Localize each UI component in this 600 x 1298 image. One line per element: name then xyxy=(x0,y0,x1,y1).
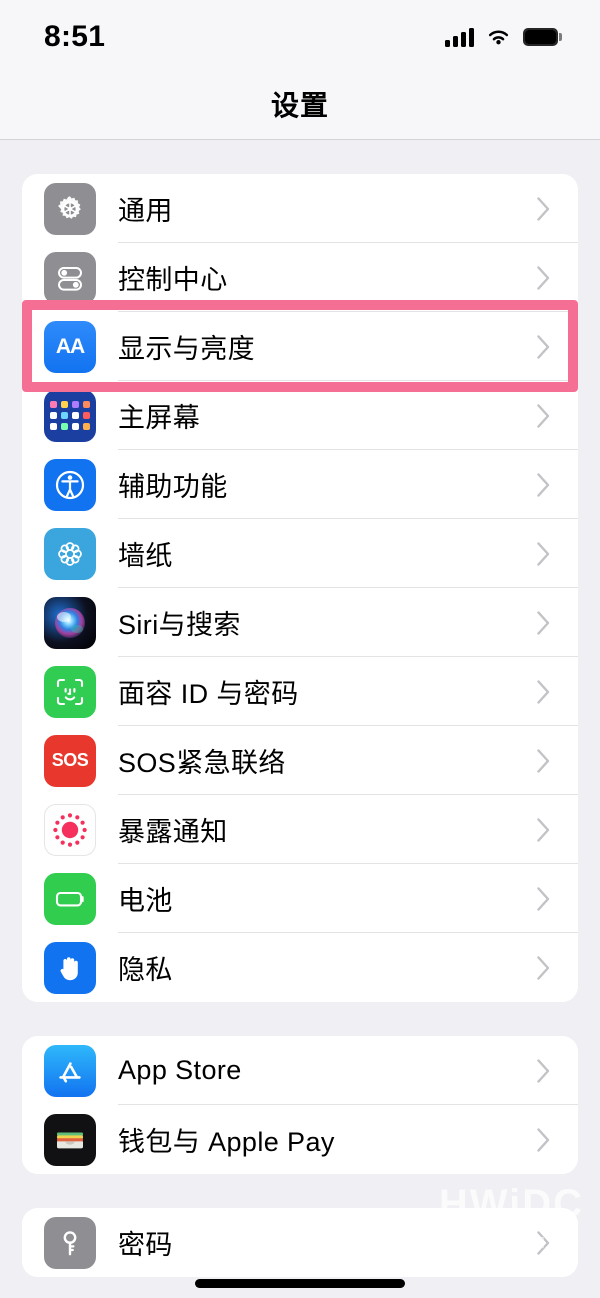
siri-icon xyxy=(44,596,96,649)
app-store-icon xyxy=(44,1044,96,1097)
gear-icon xyxy=(44,182,96,235)
sos-icon: SOS xyxy=(44,734,96,787)
status-indicators xyxy=(445,21,562,47)
accessibility-icon xyxy=(44,458,96,511)
settings-row-label: 控制中心 xyxy=(118,265,228,295)
settings-row-label: 面容 ID 与密码 xyxy=(118,679,299,709)
privacy-hand-icon xyxy=(44,941,96,994)
settings-row-label: 钱包与 Apple Pay xyxy=(118,1127,335,1157)
home-indicator[interactable] xyxy=(195,1279,405,1288)
status-time: 8:51 xyxy=(44,20,106,53)
settings-row-passwords[interactable]: 密码 xyxy=(22,1208,578,1277)
chevron-right-icon xyxy=(537,886,550,911)
settings-row-label: 电池 xyxy=(118,886,173,916)
settings-group-store: App Store 钱包与 Apple Pay xyxy=(22,1036,578,1174)
settings-row-emergency-sos[interactable]: SOS SOS紧急联络 xyxy=(22,726,578,795)
exposure-notifications-icon xyxy=(44,803,96,856)
settings-group-system: 通用 控制中心 AA 显示与亮度 主屏幕 辅助功能 墙纸 Siri与搜索 面容 … xyxy=(22,174,578,1002)
wallet-icon xyxy=(44,1113,96,1166)
settings-row-label: App Store xyxy=(118,1055,242,1085)
battery-icon xyxy=(44,872,96,925)
settings-row-label: SOS紧急联络 xyxy=(118,748,286,778)
chevron-right-icon xyxy=(537,1127,550,1152)
settings-row-label: 隐私 xyxy=(118,955,173,985)
chevron-right-icon xyxy=(537,196,550,221)
settings-group-passwords: 密码 xyxy=(22,1208,578,1277)
chevron-right-icon xyxy=(537,610,550,635)
chevron-right-icon xyxy=(537,817,550,842)
control-center-icon xyxy=(44,251,96,304)
chevron-right-icon xyxy=(537,1230,550,1255)
settings-row-exposure-notifications[interactable]: 暴露通知 xyxy=(22,795,578,864)
settings-row-label: 显示与亮度 xyxy=(118,334,255,364)
settings-row-label: 墙纸 xyxy=(118,541,173,571)
settings-row-siri-search[interactable]: Siri与搜索 xyxy=(22,588,578,657)
settings-row-control-center[interactable]: 控制中心 xyxy=(22,243,578,312)
nav-header: 设置 xyxy=(0,68,600,140)
settings-row-wallet-apple-pay[interactable]: 钱包与 Apple Pay xyxy=(22,1105,578,1174)
chevron-right-icon xyxy=(537,748,550,773)
settings-list: 通用 控制中心 AA 显示与亮度 主屏幕 辅助功能 墙纸 Siri与搜索 面容 … xyxy=(0,174,600,1277)
settings-row-label: 辅助功能 xyxy=(118,472,228,502)
home-screen-icon xyxy=(44,389,96,442)
chevron-right-icon xyxy=(537,679,550,704)
settings-row-battery[interactable]: 电池 xyxy=(22,864,578,933)
sos-glyph: SOS xyxy=(51,750,89,770)
face-id-icon xyxy=(44,665,96,718)
battery-full-icon xyxy=(523,28,562,46)
wifi-icon xyxy=(488,30,509,44)
settings-row-label: 密码 xyxy=(118,1230,173,1260)
settings-row-privacy[interactable]: 隐私 xyxy=(22,933,578,1002)
wallpaper-icon xyxy=(44,527,96,580)
display-brightness-icon: AA xyxy=(44,320,96,373)
settings-row-face-id-passcode[interactable]: 面容 ID 与密码 xyxy=(22,657,578,726)
settings-row-label: 主屏幕 xyxy=(118,403,201,433)
settings-row-general[interactable]: 通用 xyxy=(22,174,578,243)
passwords-key-icon xyxy=(44,1216,96,1269)
chevron-right-icon xyxy=(537,955,550,980)
cellular-bars-icon xyxy=(445,27,474,47)
chevron-right-icon xyxy=(537,403,550,428)
settings-row-label: 通用 xyxy=(118,196,173,226)
chevron-right-icon xyxy=(537,334,550,359)
settings-row-app-store[interactable]: App Store xyxy=(22,1036,578,1105)
aa-glyph: AA xyxy=(55,334,85,358)
chevron-right-icon xyxy=(537,472,550,497)
status-bar: 8:51 xyxy=(0,0,600,68)
settings-row-label: 暴露通知 xyxy=(118,817,228,847)
chevron-right-icon xyxy=(537,1058,550,1083)
page-title: 设置 xyxy=(270,89,329,121)
chevron-right-icon xyxy=(537,265,550,290)
settings-row-wallpaper[interactable]: 墙纸 xyxy=(22,519,578,588)
app-grid-glyph xyxy=(50,401,90,430)
chevron-right-icon xyxy=(537,541,550,566)
settings-row-accessibility[interactable]: 辅助功能 xyxy=(22,450,578,519)
settings-row-home-screen[interactable]: 主屏幕 xyxy=(22,381,578,450)
settings-row-display-brightness[interactable]: AA 显示与亮度 xyxy=(22,312,578,381)
settings-row-label: Siri与搜索 xyxy=(118,610,241,640)
